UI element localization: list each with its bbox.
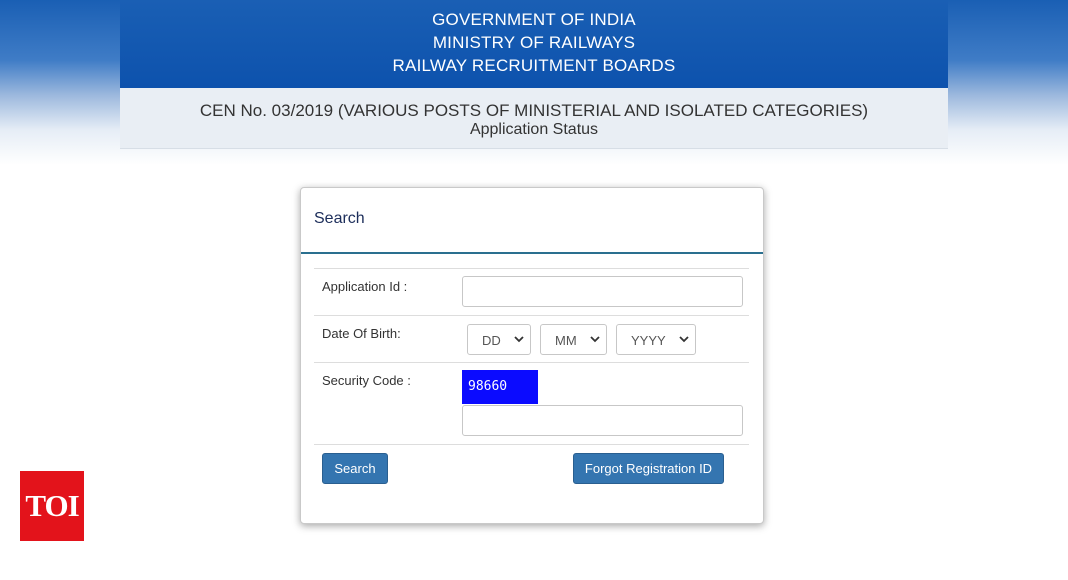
site-header: GOVERNMENT OF INDIA MINISTRY OF RAILWAYS…	[120, 0, 948, 88]
page-title: Application Status	[469, 121, 599, 138]
forgot-registration-id-button[interactable]: Forgot Registration ID	[573, 453, 724, 484]
captcha-text: 98660	[468, 379, 508, 394]
panel-heading: Search	[301, 188, 763, 254]
buttons-divider	[314, 444, 749, 446]
dob-year-select[interactable]: YYYY	[616, 324, 696, 355]
security-code-label: Security Code :	[322, 373, 411, 388]
cen-title: CEN No. 03/2019 (VARIOUS POSTS OF MINIST…	[199, 101, 869, 120]
dob-day-select[interactable]: DD	[467, 324, 531, 355]
application-id-input[interactable]	[462, 276, 743, 307]
header-line-rrb: RAILWAY RECRUITMENT BOARDS	[392, 56, 676, 75]
date-of-birth-label: Date Of Birth:	[322, 326, 401, 341]
header-line-ministry: MINISTRY OF RAILWAYS	[432, 33, 636, 52]
search-button[interactable]: Search	[322, 453, 388, 484]
dob-day-value: DD	[482, 333, 501, 348]
search-panel: Search Application Id : Date Of Birth: D…	[300, 187, 764, 524]
header-line-government: GOVERNMENT OF INDIA	[432, 10, 636, 29]
security-code-input[interactable]	[462, 405, 743, 436]
captcha-image: 98660	[462, 370, 538, 404]
notice-subheader: CEN No. 03/2019 (VARIOUS POSTS OF MINIST…	[120, 88, 948, 149]
dob-month-value: MM	[555, 333, 577, 348]
chevron-down-icon	[514, 336, 524, 343]
panel-title: Search	[314, 210, 365, 227]
chevron-down-icon	[679, 336, 689, 343]
toi-logo: TOI	[20, 471, 84, 541]
dob-month-select[interactable]: MM	[540, 324, 607, 355]
chevron-down-icon	[590, 336, 600, 343]
application-id-label: Application Id :	[322, 279, 408, 294]
dob-year-value: YYYY	[631, 333, 666, 348]
